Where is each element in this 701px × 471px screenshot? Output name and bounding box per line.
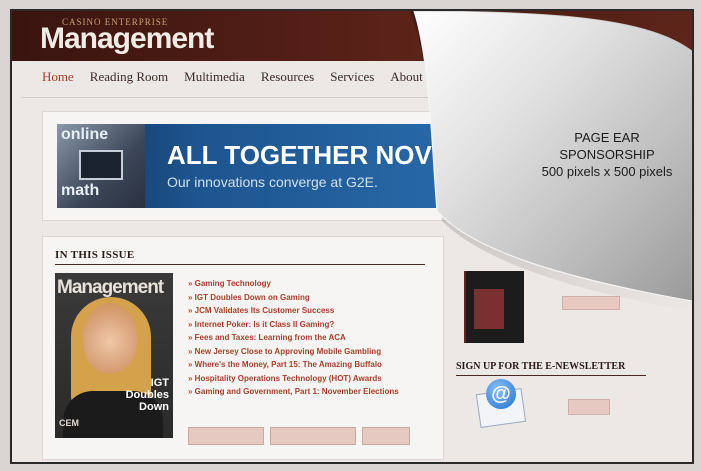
- email-at-icon: @: [486, 379, 516, 409]
- page-frame: Casino Enterprise Management Home Readin…: [10, 9, 694, 464]
- device-icon: [79, 150, 123, 180]
- nav-item-about[interactable]: About C: [390, 69, 434, 85]
- nav-item-services[interactable]: Services: [330, 69, 374, 85]
- article-link[interactable]: Hospitality Operations Technology (HOT) …: [188, 374, 399, 388]
- article-link[interactable]: JCM Validates Its Customer Success: [188, 306, 399, 320]
- issue-button-1[interactable]: [188, 427, 264, 445]
- issue-button-3[interactable]: [362, 427, 410, 445]
- nav-item-resources[interactable]: Resources: [261, 69, 314, 85]
- nav-divider: [22, 97, 462, 98]
- banner-image-text-bottom: math: [61, 182, 100, 199]
- newsletter-title: SIGN UP FOR THE E-NEWSLETTER: [456, 361, 626, 372]
- nav-item-home[interactable]: Home: [42, 69, 74, 85]
- right-sidebar: SIGN UP FOR THE E-NEWSLETTER @: [454, 271, 654, 456]
- article-link[interactable]: New Jersey Close to Approving Mobile Gam…: [188, 347, 399, 361]
- magazine-cover[interactable]: Management IGT Doubles Down CEM: [55, 273, 173, 438]
- article-list: Gaming Technology IGT Doubles Down on Ga…: [188, 279, 399, 401]
- article-link[interactable]: Fees and Taxes: Learning from the ACA: [188, 333, 399, 347]
- issue-button-row: [188, 427, 410, 445]
- banner-image-text-top: online: [61, 126, 109, 143]
- site-header: Casino Enterprise Management: [12, 11, 692, 61]
- newsletter-signup-button[interactable]: [568, 399, 610, 415]
- magazine-thumbnail[interactable]: [464, 271, 524, 343]
- thumbnail-cover-art: [474, 289, 504, 329]
- banner-headline: ALL TOGETHER NOV: [167, 140, 432, 170]
- nav-item-reading-room[interactable]: Reading Room: [90, 69, 168, 85]
- page-ear-line-3: 500 pixels x 500 pixels: [541, 164, 673, 179]
- ad-banner[interactable]: online math ALL TOGETHER NOV Our innovat…: [57, 124, 463, 208]
- ad-banner-container: online math ALL TOGETHER NOV Our innovat…: [42, 111, 464, 221]
- subscribe-button[interactable]: [562, 296, 620, 310]
- article-link[interactable]: Gaming and Government, Part 1: November …: [188, 387, 399, 401]
- article-link[interactable]: Internet Poker: Is it Class II Gaming?: [188, 320, 399, 334]
- page-ear-label: PAGE EAR SPONSORSHIP 500 pixels x 500 pi…: [517, 129, 692, 180]
- section-title: IN THIS ISSUE: [55, 249, 135, 261]
- main-nav: Home Reading Room Multimedia Resources S…: [42, 69, 435, 85]
- newsletter-divider: [456, 375, 646, 376]
- article-link[interactable]: Where's the Money, Part 15: The Amazing …: [188, 360, 399, 374]
- banner-product-image: online math: [57, 124, 145, 208]
- site-logo[interactable]: Management: [40, 22, 214, 56]
- issue-button-2[interactable]: [270, 427, 356, 445]
- nav-item-multimedia[interactable]: Multimedia: [184, 69, 245, 85]
- cover-headline: IGT Doubles Down: [125, 377, 169, 413]
- in-this-issue-panel: IN THIS ISSUE Management IGT Doubles Dow…: [42, 236, 444, 460]
- article-link[interactable]: IGT Doubles Down on Gaming: [188, 293, 399, 307]
- page-ear-line-1: PAGE EAR: [574, 130, 640, 145]
- cover-masthead: Management: [57, 277, 164, 298]
- page-ear-line-2: SPONSORSHIP: [559, 147, 655, 162]
- section-divider: [55, 264, 425, 265]
- cover-logo: CEM: [59, 418, 79, 428]
- cover-face: [83, 303, 137, 373]
- banner-subheadline: Our innovations converge at G2E.: [167, 174, 378, 190]
- article-link[interactable]: Gaming Technology: [188, 279, 399, 293]
